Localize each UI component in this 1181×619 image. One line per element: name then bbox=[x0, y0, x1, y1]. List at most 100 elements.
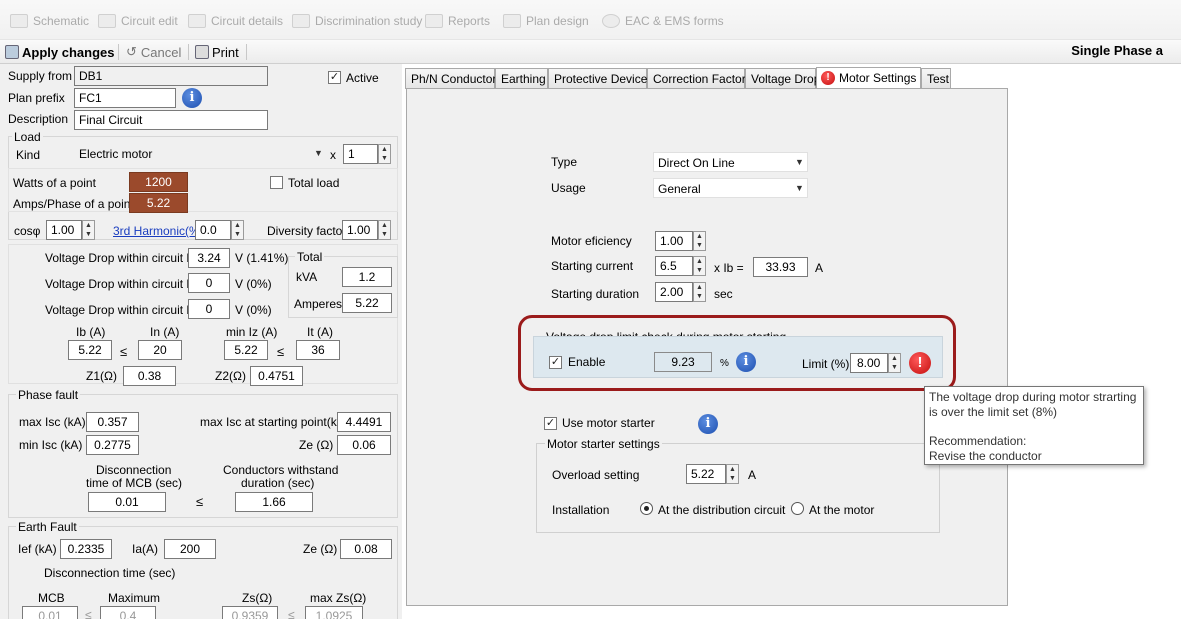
type-select[interactable]: Direct On Line bbox=[653, 152, 808, 172]
nav-tab-plan-design[interactable]: Plan design bbox=[503, 10, 589, 32]
diversity-input[interactable]: 1.00 bbox=[342, 220, 378, 240]
vd-l1-unit: V (1.41%) bbox=[235, 251, 289, 265]
max-zs-value: 1.0925 bbox=[305, 606, 363, 619]
usage-select[interactable]: General bbox=[653, 178, 808, 198]
description-input[interactable]: Final Circuit bbox=[74, 110, 268, 130]
nav-tab-eac-ems-forms[interactable]: EAC & EMS forms bbox=[602, 10, 724, 32]
vd-l2-value: 0 bbox=[188, 273, 230, 293]
undo-icon: ↺ bbox=[126, 44, 137, 59]
nav-tab-circuit-details[interactable]: Circuit details bbox=[188, 10, 283, 32]
active-checkbox[interactable]: ✓ bbox=[328, 71, 341, 84]
z1-label: Z1(Ω) bbox=[86, 369, 117, 383]
info-icon[interactable]: i bbox=[182, 88, 202, 108]
tab-earthing[interactable]: Earthing bbox=[495, 68, 548, 89]
earth-fault-label: Earth Fault bbox=[16, 520, 79, 534]
ze-label: Ze (Ω) bbox=[299, 438, 334, 452]
nav-tab-circuit-edit[interactable]: Circuit edit bbox=[98, 10, 178, 32]
leq-symbol: ≤ bbox=[288, 608, 295, 619]
highlight-callout bbox=[518, 315, 956, 391]
harmonic-link[interactable]: 3rd Harmonic(%) bbox=[113, 224, 204, 238]
starting-current-stepper[interactable]: ▲ ▼ bbox=[693, 256, 706, 276]
install-distribution-radio[interactable] bbox=[640, 502, 653, 515]
vd-l1-value: 3.24 bbox=[188, 248, 230, 268]
amps-value: 5.22 bbox=[129, 193, 188, 213]
type-label: Type bbox=[551, 155, 578, 169]
harmonic-input[interactable]: 0.0 bbox=[195, 220, 231, 240]
harmonic-stepper[interactable]: ▲ ▼ bbox=[231, 220, 244, 240]
overload-input[interactable]: 5.22 bbox=[686, 464, 726, 484]
tooltip-spacer bbox=[929, 420, 1139, 434]
toolbar-separator bbox=[118, 44, 119, 60]
total-group-label: Total bbox=[295, 250, 325, 264]
toolbar: Apply changes ↺ Cancel Print bbox=[0, 40, 1181, 64]
tab-ph-n-conductor[interactable]: Ph/N Conductor bbox=[405, 68, 496, 89]
nav-tab-schematic[interactable]: Schematic bbox=[10, 10, 89, 32]
miniz-value: 5.22 bbox=[224, 340, 268, 360]
installation-label: Installation bbox=[552, 503, 610, 517]
mcb-value: 0.01 bbox=[22, 606, 78, 619]
efficiency-stepper[interactable]: ▲ ▼ bbox=[693, 231, 706, 251]
install-motor-radio[interactable] bbox=[791, 502, 804, 515]
in-value: 20 bbox=[138, 340, 182, 360]
chevron-down-icon[interactable]: ▼ bbox=[795, 183, 804, 193]
cosphi-stepper[interactable]: ▲ ▼ bbox=[82, 220, 95, 240]
plan-design-icon bbox=[503, 14, 521, 28]
max-isc-label: max Isc (kA) bbox=[19, 415, 86, 429]
nav-tab-reports[interactable]: Reports bbox=[425, 10, 490, 32]
circuit-properties-pane: Supply from DB1 ✓ Active Plan prefix FC1… bbox=[0, 64, 402, 619]
cancel-button[interactable]: ↺ Cancel bbox=[126, 43, 181, 61]
nav-tab-discrimination-study[interactable]: Discrimination study bbox=[292, 10, 422, 32]
ze-label: Ze (Ω) bbox=[303, 542, 338, 556]
tab-test[interactable]: Test bbox=[921, 68, 951, 89]
tooltip-line: Recommendation: bbox=[929, 434, 1027, 448]
multiplier-stepper[interactable]: ▲ ▼ bbox=[378, 144, 391, 164]
save-icon bbox=[5, 45, 19, 59]
diversity-label: Diversity factor bbox=[267, 224, 347, 238]
it-value: 36 bbox=[296, 340, 340, 360]
print-button[interactable]: Print bbox=[195, 43, 239, 61]
sec-unit: sec bbox=[714, 287, 733, 301]
mcb-label: MCB bbox=[38, 591, 65, 605]
efficiency-input[interactable]: 1.00 bbox=[655, 231, 693, 251]
tab-protective-devices[interactable]: Protective Devices bbox=[548, 68, 653, 89]
chevron-down-icon[interactable]: ▼ bbox=[314, 148, 323, 158]
max-isc-start-label: max Isc at starting point(kA) bbox=[200, 415, 349, 429]
total-load-checkbox[interactable]: ✓ bbox=[270, 176, 283, 189]
install-motor-label: At the motor bbox=[809, 503, 875, 517]
starting-duration-input[interactable]: 2.00 bbox=[655, 282, 693, 302]
overload-stepper[interactable]: ▲ ▼ bbox=[726, 464, 739, 484]
starting-current-input[interactable]: 6.5 bbox=[655, 256, 693, 276]
multiplier-input[interactable]: 1 bbox=[343, 144, 378, 164]
vd-l1-label: Voltage Drop within circuit L1 bbox=[45, 251, 200, 265]
max-isc-start-value: 4.4491 bbox=[337, 412, 391, 432]
starting-duration-stepper[interactable]: ▲ ▼ bbox=[693, 282, 706, 302]
leq-symbol: ≤ bbox=[277, 344, 285, 359]
multiplier-x-label: x bbox=[330, 148, 336, 162]
supply-from-field: DB1 bbox=[74, 66, 268, 86]
diversity-stepper[interactable]: ▲ ▼ bbox=[378, 220, 391, 240]
ib-value: 5.22 bbox=[68, 340, 112, 360]
description-label: Description bbox=[8, 112, 69, 126]
warning-icon: ! bbox=[821, 71, 835, 85]
use-motor-starter-checkbox[interactable]: ✓ bbox=[544, 417, 557, 430]
tab-voltage-drop[interactable]: Voltage Drop bbox=[745, 68, 820, 89]
amperes-value: 5.22 bbox=[342, 293, 392, 313]
chevron-down-icon[interactable]: ▼ bbox=[795, 157, 804, 167]
cosphi-input[interactable]: 1.00 bbox=[46, 220, 82, 240]
overload-label: Overload setting bbox=[552, 468, 640, 482]
disconnection-time-label: Disconnection time (sec) bbox=[44, 566, 176, 580]
watts-label: Watts of a point bbox=[13, 176, 96, 190]
min-isc-label: min Isc (kA) bbox=[19, 438, 83, 452]
tooltip-line: The voltage drop during motor strarting bbox=[929, 390, 1137, 404]
plan-prefix-input[interactable]: FC1 bbox=[74, 88, 176, 108]
tooltip-line: is over the limit set (8%) bbox=[929, 405, 1058, 419]
active-label: Active bbox=[346, 71, 379, 85]
apply-changes-button[interactable]: Apply changes bbox=[5, 43, 114, 61]
x-ib-label: x Ib = bbox=[714, 261, 744, 275]
info-icon[interactable]: i bbox=[698, 414, 718, 434]
tab-motor-settings[interactable]: ! Motor Settings bbox=[816, 67, 921, 89]
kind-select[interactable]: Electric motor bbox=[74, 143, 328, 163]
leq-symbol: ≤ bbox=[85, 608, 92, 619]
top-navigation: Schematic Circuit edit Circuit details D… bbox=[0, 0, 1181, 40]
tab-correction-factors[interactable]: Correction Factors bbox=[647, 68, 752, 89]
